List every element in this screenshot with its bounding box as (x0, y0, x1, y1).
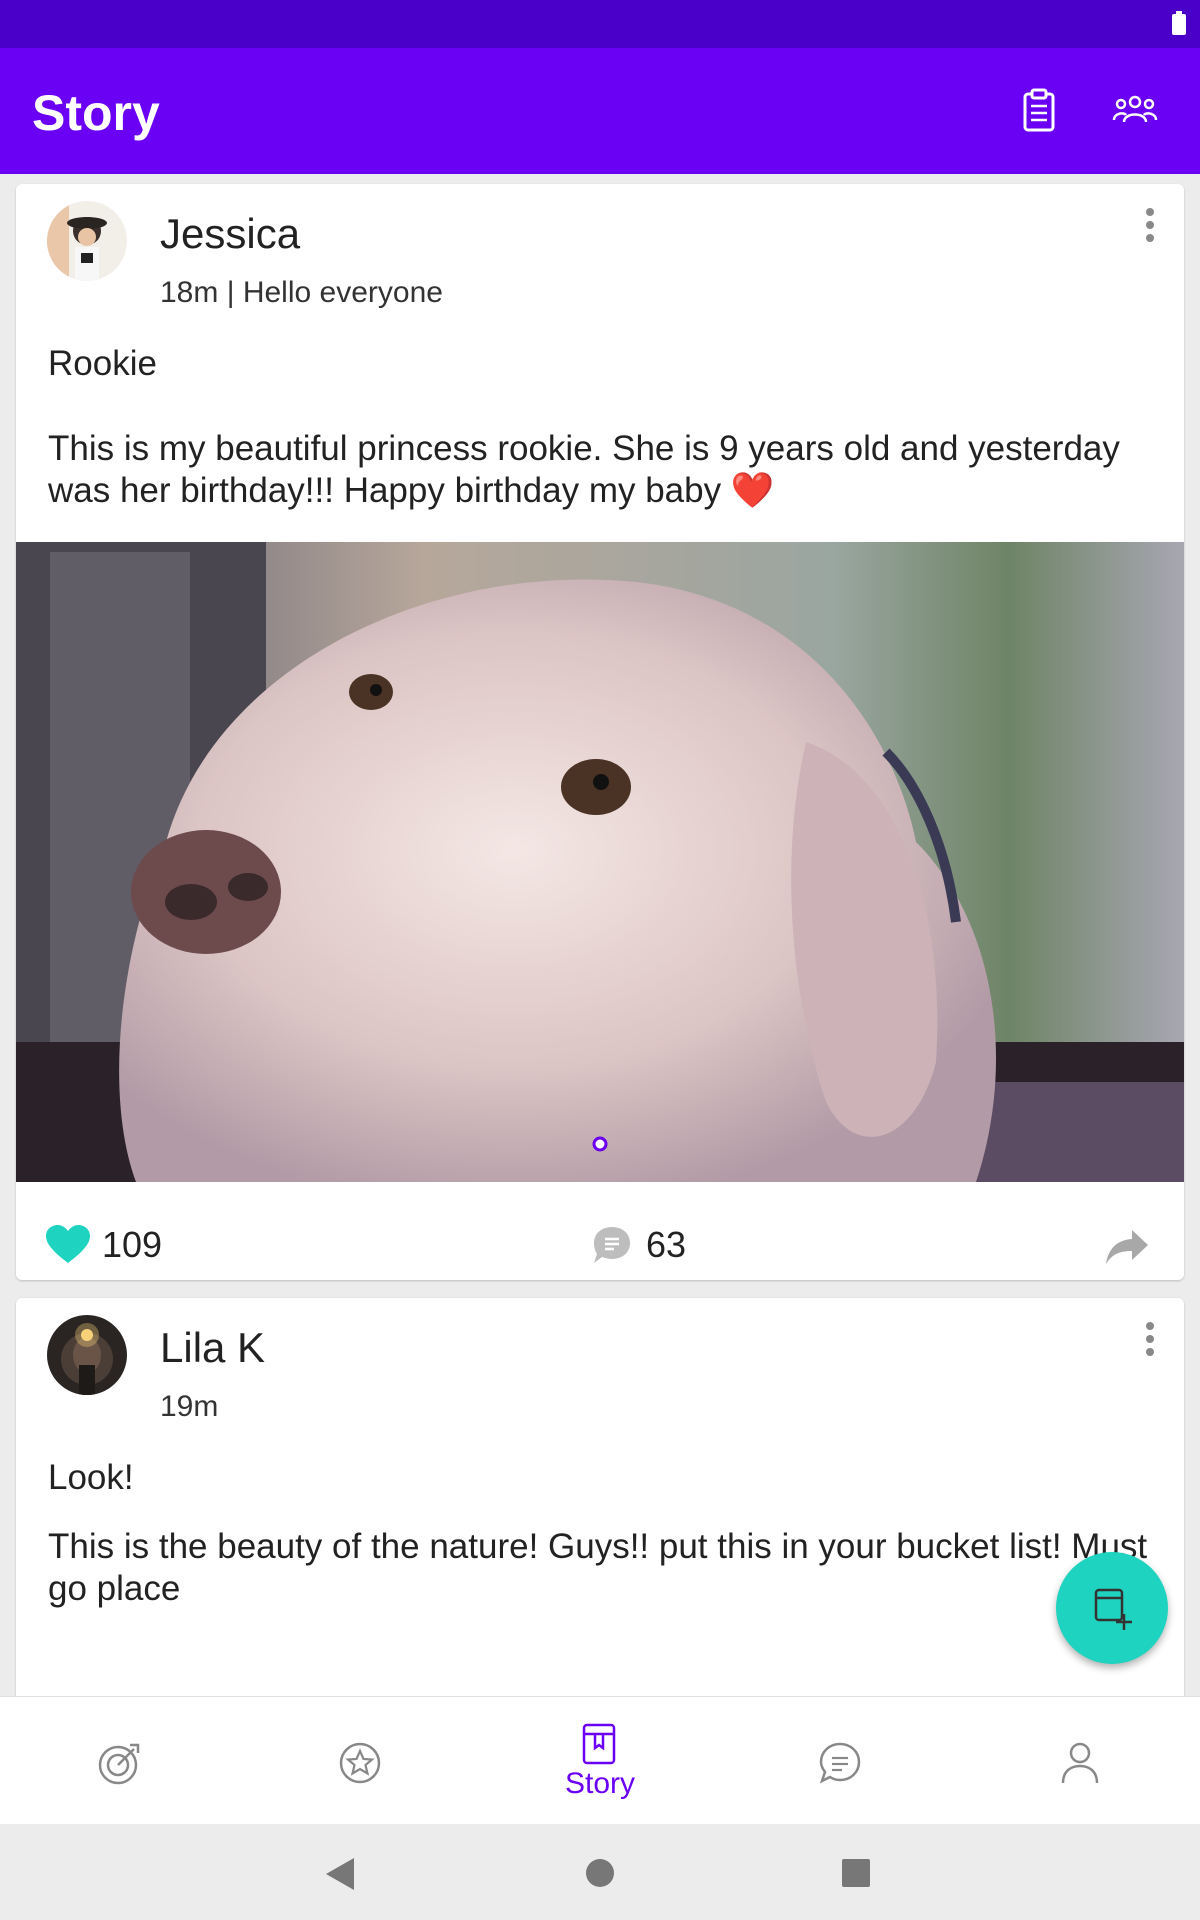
story-icon (582, 1723, 616, 1765)
story-feed[interactable]: Jessica 18m | Hello everyone Rookie This… (0, 174, 1200, 1696)
group-icon[interactable] (1112, 88, 1158, 134)
chat-icon (819, 1742, 861, 1784)
author-name[interactable]: Lila K (160, 1324, 265, 1372)
avatar[interactable] (47, 1315, 127, 1395)
clipboard-icon[interactable] (1016, 88, 1062, 134)
comment-button[interactable]: 63 (592, 1224, 686, 1266)
star-icon (339, 1742, 381, 1784)
author-name[interactable]: Jessica (160, 210, 300, 258)
comment-count: 63 (646, 1224, 687, 1265)
like-button[interactable]: 109 (46, 1224, 162, 1266)
more-options-icon[interactable] (1144, 1320, 1156, 1358)
status-bar (0, 0, 1200, 48)
post-meta: 18m | Hello everyone (160, 276, 443, 309)
home-icon[interactable] (585, 1858, 615, 1888)
bottom-navigation: Story (0, 1696, 1200, 1825)
nav-label-story: Story (564, 1767, 636, 1800)
heart-icon (46, 1225, 90, 1263)
post-meta: 19m (160, 1390, 219, 1423)
recents-icon[interactable] (842, 1859, 870, 1887)
post-body: This is my beautiful princess rookie. Sh… (48, 429, 1120, 510)
post-card[interactable]: Lila K 19m Look! This is the beauty of t… (16, 1298, 1184, 1696)
post-body: This is the beauty of the nature! Guys!!… (48, 1527, 1148, 1608)
post-title: Rookie (48, 344, 157, 383)
nav-item-profile[interactable] (960, 1697, 1200, 1825)
battery-icon (1172, 11, 1186, 35)
nav-item-favorites[interactable] (240, 1697, 480, 1825)
nav-item-story[interactable]: Story (480, 1697, 720, 1825)
post-card[interactable]: Jessica 18m | Hello everyone Rookie This… (16, 184, 1184, 1280)
target-icon (98, 1743, 140, 1785)
post-photo[interactable] (16, 542, 1184, 1182)
nav-item-goals[interactable] (0, 1697, 240, 1825)
comment-icon (594, 1227, 630, 1263)
more-options-icon[interactable] (1144, 206, 1156, 244)
system-navigation-bar (0, 1824, 1200, 1920)
page-title: Story (32, 85, 160, 141)
share-icon[interactable] (1106, 1230, 1148, 1264)
post-title: Look! (48, 1458, 134, 1497)
back-icon[interactable] (326, 1858, 356, 1890)
profile-icon (1061, 1742, 1099, 1784)
nav-item-chat[interactable] (720, 1697, 960, 1825)
new-story-button[interactable] (1056, 1552, 1168, 1664)
app-bar: Story (0, 48, 1200, 174)
like-count: 109 (102, 1224, 163, 1265)
add-story-icon (1094, 1588, 1132, 1630)
avatar[interactable] (47, 201, 127, 281)
